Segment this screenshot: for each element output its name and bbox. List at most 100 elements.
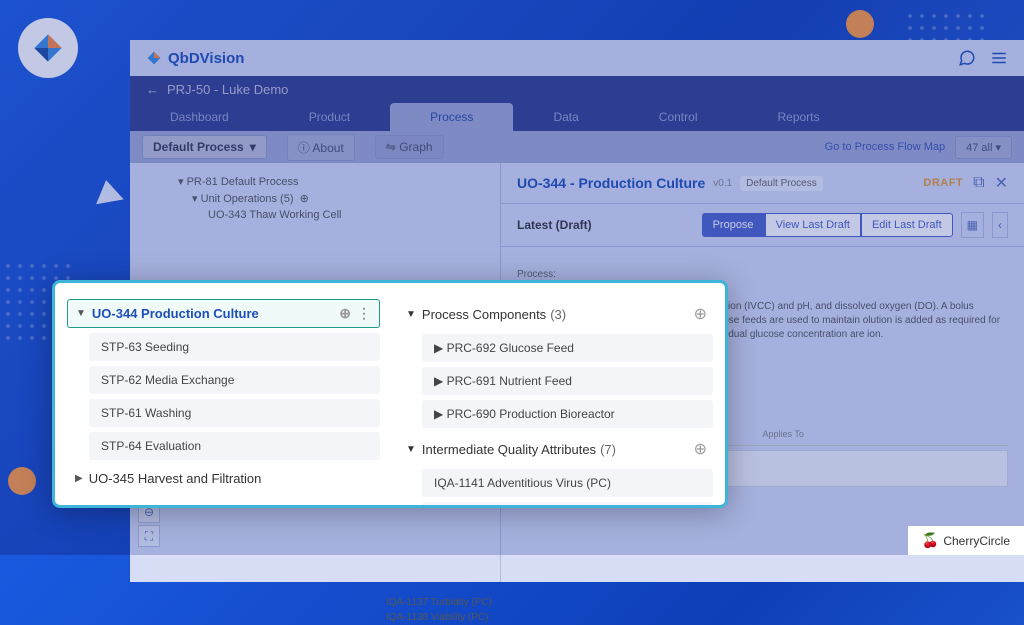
add-icon[interactable]: ⊕: [694, 439, 707, 459]
group-label: Process Components: [422, 307, 546, 322]
graph-label: Graph: [399, 140, 432, 154]
tree-root-label: PR-81 Default Process: [187, 176, 299, 188]
component-label: PRC-691 Nutrient Feed: [447, 374, 572, 388]
detail-actions: DRAFT ⧉ ✕: [923, 173, 1008, 193]
brand-text: QbDVision: [168, 50, 244, 67]
header-icons: [958, 49, 1008, 67]
more-icon[interactable]: ⋮: [357, 305, 371, 322]
group-count: (7): [600, 442, 616, 457]
deco-circle: [846, 10, 874, 38]
chevron-left-icon[interactable]: ‹: [992, 212, 1008, 238]
group-count: (3): [550, 307, 566, 322]
tab-data[interactable]: Data: [513, 103, 618, 131]
cherry-icon: 🍒: [922, 532, 939, 549]
back-arrow-icon[interactable]: ←: [146, 82, 159, 97]
chevron-down-icon: ▾: [250, 140, 256, 154]
cherrycircle-badge: 🍒 CherryCircle: [908, 526, 1024, 555]
popup-component[interactable]: ▶ PRC-692 Glucose Feed: [422, 334, 713, 362]
tab-dashboard[interactable]: Dashboard: [130, 103, 269, 131]
detail-title-group: UO-344 - Production Culture v0.1 Default…: [517, 175, 823, 191]
grid-icon[interactable]: ▦: [961, 212, 984, 238]
component-label: PRC-692 Glucose Feed: [447, 341, 574, 355]
toolbar: Default Process ▾ ⓘ About ⇋ Graph Go to …: [130, 131, 1024, 163]
group-label: Intermediate Quality Attributes: [422, 442, 596, 457]
tree-unit-ops[interactable]: ▾ Unit Operations (5) ⊕: [162, 190, 492, 207]
popup-right-col: ▼ Process Components (3) ⊕ ▶ PRC-692 Glu…: [390, 299, 713, 489]
popup-iqa[interactable]: IQA-1138 Bioburden (PC): [422, 502, 713, 508]
popup-left-col: ▼ UO-344 Production Culture ⊕ ⋮ STP-63 S…: [67, 299, 390, 489]
count-label: 47 all: [966, 142, 992, 154]
chevron-down-icon: ▼: [76, 308, 86, 319]
logo-icon: [31, 31, 65, 65]
node-label: UO-345 Harvest and Filtration: [89, 471, 262, 486]
iqa-header[interactable]: ▼ Intermediate Quality Attributes (7) ⊕: [400, 434, 713, 464]
tab-process[interactable]: Process: [390, 103, 513, 131]
toolbar-left: Default Process ▾ ⓘ About ⇋ Graph: [142, 134, 444, 161]
brand: QbDVision: [146, 50, 244, 67]
app-logo-badge: [18, 18, 78, 78]
edit-draft-button[interactable]: Edit Last Draft: [861, 213, 953, 237]
info-icon: ⓘ: [298, 141, 310, 155]
close-icon[interactable]: ✕: [995, 173, 1008, 193]
popup-step[interactable]: STP-61 Washing: [89, 399, 380, 427]
detail-header: UO-344 - Production Culture v0.1 Default…: [501, 163, 1024, 204]
process-selector-label: Default Process: [153, 140, 244, 154]
detail-title: UO-344 - Production Culture: [517, 175, 705, 191]
project-bar: ← PRJ-50 - Luke Demo: [130, 76, 1024, 103]
about-label: About: [312, 141, 343, 155]
popup-step[interactable]: STP-63 Seeding: [89, 333, 380, 361]
app-header: QbDVision: [130, 40, 1024, 76]
fit-button[interactable]: ⛶: [138, 525, 160, 547]
tree-item[interactable]: UO-343 Thaw Working Cell: [162, 207, 492, 223]
chevron-right-icon: ▶: [75, 473, 83, 484]
chevron-down-icon: ▼: [406, 444, 416, 455]
process-selector[interactable]: Default Process ▾: [142, 135, 267, 159]
process-flow-link[interactable]: Go to Process Flow Map: [825, 141, 945, 153]
graph-button[interactable]: ⇋ Graph: [375, 135, 444, 159]
about-button[interactable]: ⓘ About: [287, 134, 355, 161]
tab-reports[interactable]: Reports: [737, 103, 859, 131]
popup-node-selected[interactable]: ▼ UO-344 Production Culture ⊕ ⋮: [67, 299, 380, 328]
chat-icon[interactable]: [958, 49, 976, 67]
process-field-label: Process:: [517, 269, 1008, 280]
action-buttons: Propose View Last Draft Edit Last Draft: [702, 213, 953, 237]
add-icon[interactable]: ⊕: [694, 304, 707, 324]
tree-root-item[interactable]: ▾ PR-81 Default Process: [162, 173, 492, 190]
view-draft-button[interactable]: View Last Draft: [765, 213, 861, 237]
popup-step[interactable]: STP-62 Media Exchange: [89, 366, 380, 394]
deco-circle: [8, 467, 36, 495]
toolbar-right: Go to Process Flow Map 47 all ▾: [825, 136, 1012, 159]
external-link-icon[interactable]: ⧉: [973, 174, 984, 192]
tab-product[interactable]: Product: [269, 103, 390, 131]
propose-button[interactable]: Propose: [702, 213, 765, 237]
tab-control[interactable]: Control: [619, 103, 738, 131]
components-header[interactable]: ▼ Process Components (3) ⊕: [400, 299, 713, 329]
brand-icon: [146, 50, 162, 66]
menu-icon[interactable]: [990, 49, 1008, 67]
cherrycircle-text: CherryCircle: [943, 534, 1010, 548]
popup-component[interactable]: ▶ PRC-691 Nutrient Feed: [422, 367, 713, 395]
node-label: UO-344 Production Culture: [92, 306, 259, 321]
nav-tabs: Dashboard Product Process Data Control R…: [130, 103, 1024, 131]
action-row: Propose View Last Draft Edit Last Draft …: [702, 212, 1008, 238]
status-badge: DRAFT: [923, 177, 963, 189]
component-label: PRC-690 Production Bioreactor: [447, 407, 615, 421]
graph-icon: ⇋: [386, 140, 396, 154]
chevron-down-icon: ▼: [406, 309, 416, 320]
popup-node-sibling[interactable]: ▶ UO-345 Harvest and Filtration: [67, 466, 380, 491]
tree-popup: ▼ UO-344 Production Culture ⊕ ⋮ STP-63 S…: [52, 280, 728, 508]
popup-component[interactable]: ▶ PRC-690 Production Bioreactor: [422, 400, 713, 428]
count-filter[interactable]: 47 all ▾: [955, 136, 1012, 159]
doc-col-applies: Applies To: [763, 429, 1009, 439]
version-label: v0.1: [713, 178, 732, 189]
process-tag: Default Process: [740, 176, 823, 191]
tree-unit-ops-label: Unit Operations (5): [201, 193, 294, 205]
popup-iqa[interactable]: IQA-1141 Adventitious Virus (PC): [422, 469, 713, 497]
project-title: PRJ-50 - Luke Demo: [167, 82, 288, 97]
popup-step[interactable]: STP-64 Evaluation: [89, 432, 380, 460]
latest-label: Latest (Draft): [517, 218, 592, 232]
detail-subheader: Latest (Draft) Propose View Last Draft E…: [501, 204, 1024, 247]
chevron-down-icon: ▾: [995, 142, 1001, 154]
tree-root: ▾ PR-81 Default Process ▾ Unit Operation…: [138, 173, 492, 223]
add-icon[interactable]: ⊕: [339, 305, 351, 322]
